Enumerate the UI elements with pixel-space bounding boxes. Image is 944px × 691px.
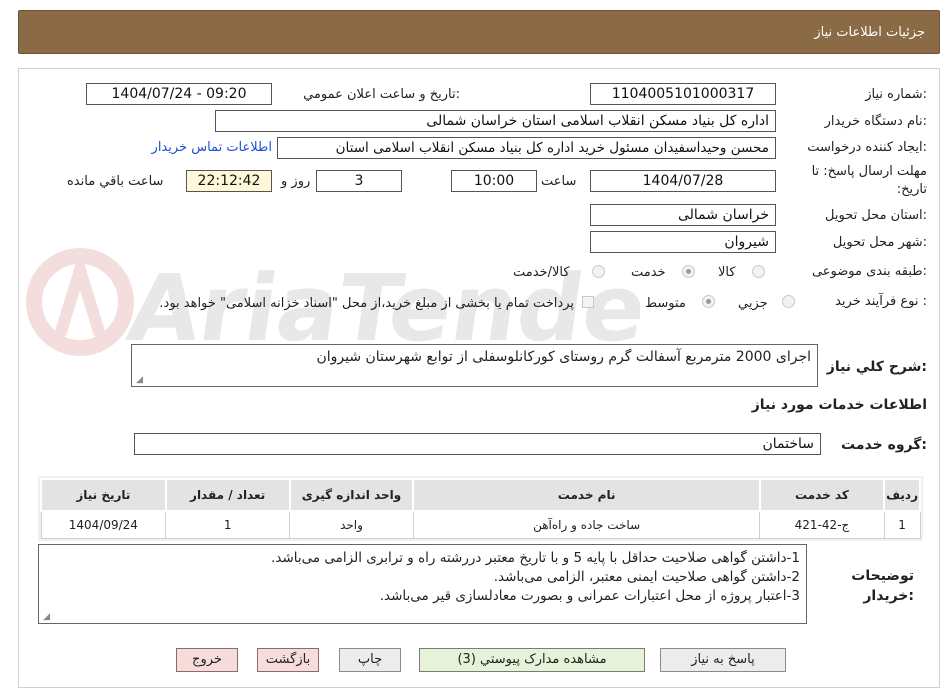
cell-date: 1404/09/24 <box>40 510 167 539</box>
services-section-title: اطلاعات خدمات مورد نیاز <box>751 397 927 413</box>
col-header-unit: واحد اندازه گیری <box>288 478 415 512</box>
requester-label: ایجاد کننده درخواست: <box>807 140 927 155</box>
city-field: شیروان <box>590 231 776 253</box>
col-header-code: کد خدمت <box>758 478 886 512</box>
deadline-date-field: 1404/07/28 <box>590 170 776 192</box>
province-label: استان محل تحویل: <box>825 208 927 223</box>
category-radio-goods-service[interactable] <box>592 265 605 278</box>
page-header: جزئیات اطلاعات نیاز <box>18 10 940 54</box>
category-option-service: خدمت <box>631 265 666 280</box>
resize-grip-icon[interactable]: ◢ <box>42 613 50 622</box>
need-number-label: شماره نیاز: <box>865 87 927 102</box>
services-table-wrapper: ردیف کد خدمت نام خدمت واحد اندازه گیری ت… <box>38 476 923 541</box>
announce-date-label: تاریخ و ساعت اعلان عمومي: <box>303 87 460 102</box>
view-attachments-button[interactable]: مشاهده مدارک پیوستي (3) <box>419 648 645 672</box>
notes-line-1: 1-داشتن گواهی صلاحیت حداقل با پایه 5 و ب… <box>271 550 800 566</box>
city-label: شهر محل تحویل: <box>832 235 927 250</box>
days-label: روز و <box>281 174 311 189</box>
col-header-name: نام خدمت <box>412 478 761 512</box>
treasury-checkbox[interactable] <box>582 296 594 308</box>
page-title: جزئیات اطلاعات نیاز <box>814 25 925 40</box>
process-radio-minor[interactable] <box>782 295 795 308</box>
description-label: شرح کلي نیاز: <box>826 359 927 375</box>
buyer-notes-textarea[interactable]: 1-داشتن گواهی صلاحیت حداقل با پایه 5 و ب… <box>38 544 807 624</box>
col-header-date: تاریخ نیاز <box>40 478 167 512</box>
deadline-time-label: ساعت <box>541 174 577 189</box>
cell-name: ساخت جاده و راه‌آهن <box>412 510 761 539</box>
announce-date-field: 1404/07/24 - 09:20 <box>86 83 272 105</box>
services-table-header: ردیف کد خدمت نام خدمت واحد اندازه گیری ت… <box>40 478 921 512</box>
buyer-org-label: نام دستگاه خریدار: <box>824 114 927 129</box>
print-button[interactable]: چاپ <box>339 648 401 672</box>
days-field: 3 <box>316 170 402 192</box>
cell-code: ج-42-421 <box>759 510 885 539</box>
notes-line-3: 3-اعتبار پروژه از محل اعتبارات عمرانی و … <box>379 588 800 604</box>
col-header-quantity: تعداد / مقدار <box>164 478 291 512</box>
category-radio-service[interactable] <box>682 265 695 278</box>
category-option-goods-service: کالا/خدمت <box>513 265 570 280</box>
description-textarea[interactable]: اجرای 2000 مترمربع آسفالت گرم روستای کور… <box>131 344 818 387</box>
process-option-minor: جزيي <box>738 296 768 311</box>
cell-row: 1 <box>883 510 921 539</box>
remaining-time-field: 22:12:42 <box>186 170 272 192</box>
notes-line-2: 2-داشتن گواهی صلاحیت ایمنی معتبر، الزامی… <box>493 569 800 585</box>
deadline-label: مهلت ارسال پاسخ: تا تاریخ: <box>811 164 927 197</box>
col-header-row: ردیف <box>883 478 921 512</box>
category-option-goods: کالا <box>718 265 736 280</box>
table-row: 1 ج-42-421 ساخت جاده و راه‌آهن واحد 1 14… <box>40 510 921 539</box>
buyer-notes-label: توضیحات خریدار: <box>851 568 914 604</box>
category-radio-goods[interactable] <box>752 265 765 278</box>
buyer-contact-link[interactable]: اطلاعات تماس خریدار <box>152 140 272 155</box>
category-label: طبقه بندی موضوعی: <box>811 264 927 279</box>
exit-button[interactable]: خروج <box>176 648 238 672</box>
description-text: اجرای 2000 مترمربع آسفالت گرم روستای کور… <box>316 349 811 365</box>
respond-button[interactable]: پاسخ به نیاز <box>660 648 786 672</box>
requester-field: محسن وحیداسفیدان مسئول خرید اداره کل بنی… <box>277 137 776 159</box>
need-number-field: 1104005101000317 <box>590 83 776 105</box>
process-radio-medium[interactable] <box>702 295 715 308</box>
resize-grip-icon[interactable]: ◢ <box>135 376 143 385</box>
services-table: ردیف کد خدمت نام خدمت واحد اندازه گیری ت… <box>40 478 921 539</box>
process-option-medium: متوسط <box>645 296 686 311</box>
service-group-field: ساختمان <box>134 433 821 455</box>
cell-unit: واحد <box>289 510 414 539</box>
process-type-label: نوع فرآیند خرید : <box>835 294 927 309</box>
service-group-label: گروه خدمت: <box>841 437 927 453</box>
buyer-org-field: اداره کل بنیاد مسکن انقلاب اسلامی استان … <box>215 110 776 132</box>
back-button[interactable]: بازگشت <box>257 648 319 672</box>
remaining-time-label: ساعت باقي مانده <box>67 174 164 189</box>
payment-note: پرداخت تمام یا بخشی از مبلغ خرید،از محل … <box>159 296 574 311</box>
province-field: خراسان شمالی <box>590 204 776 226</box>
deadline-time-field: 10:00 <box>451 170 537 192</box>
cell-quantity: 1 <box>165 510 291 539</box>
